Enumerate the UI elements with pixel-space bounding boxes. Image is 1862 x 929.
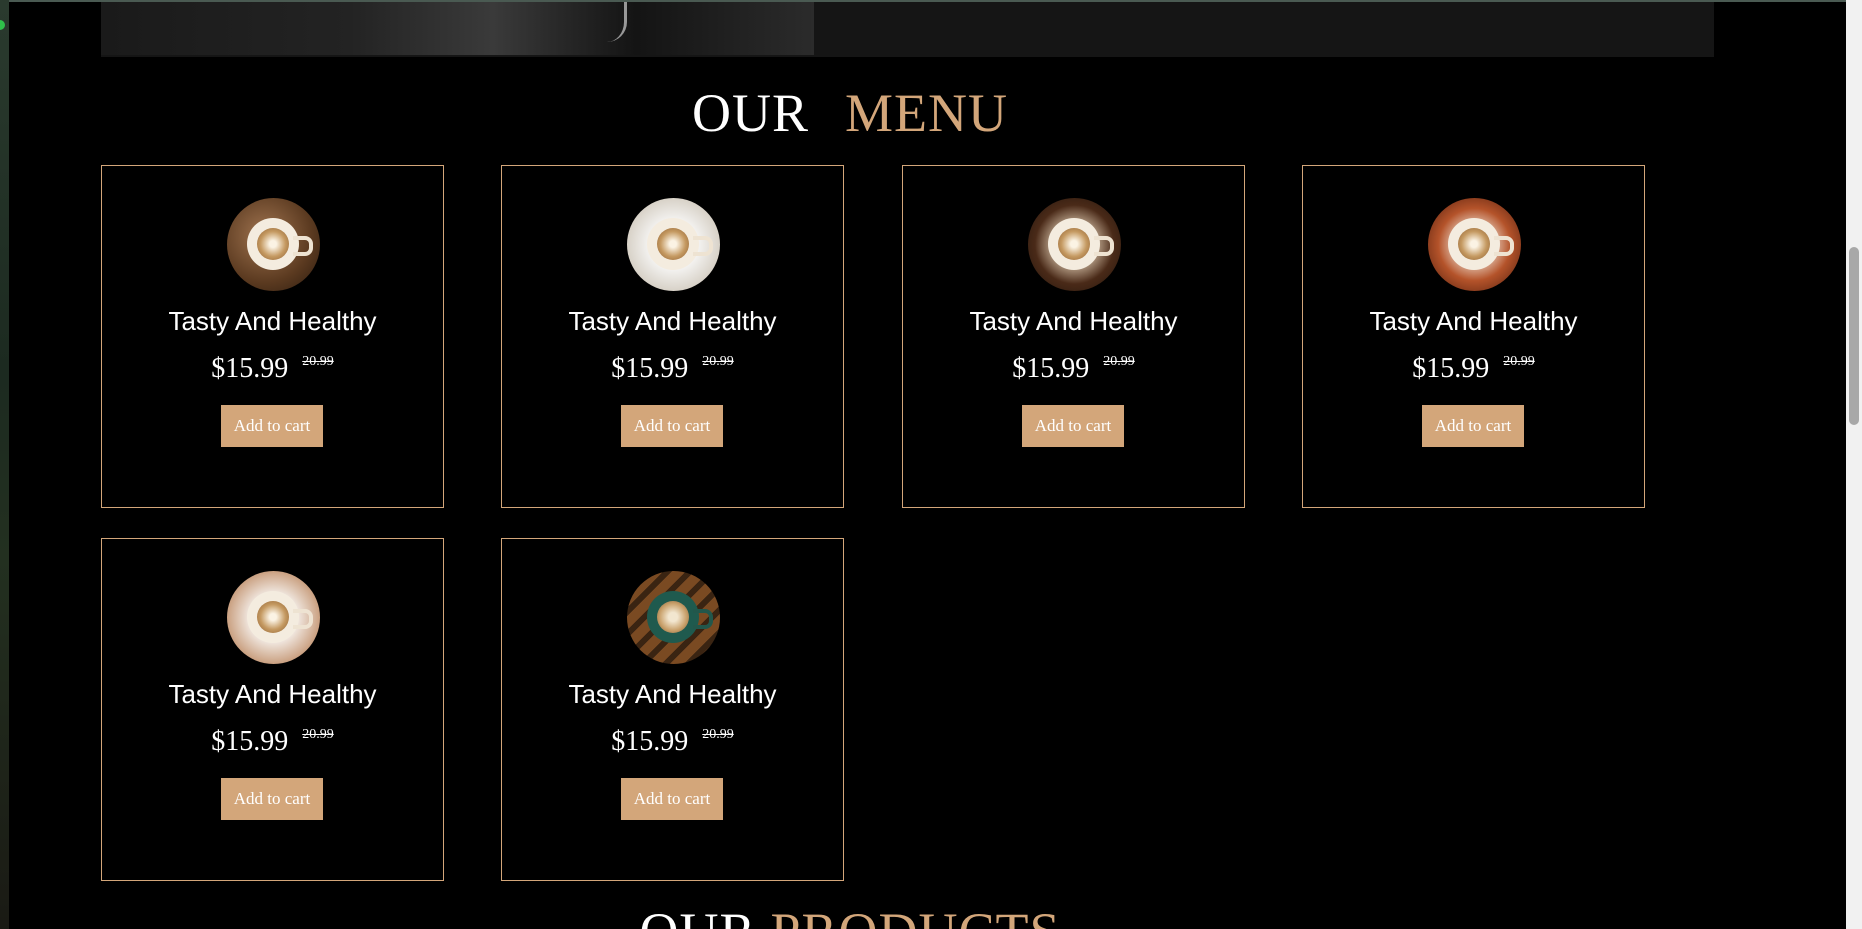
products-title-word1: OUR [639, 902, 756, 929]
coffee-cup-icon [606, 2, 627, 42]
menu-item-old-price: 20.99 [302, 727, 334, 742]
menu-item-name: Tasty And Healthy [969, 306, 1178, 336]
page-scrollbar[interactable] [1846, 0, 1862, 929]
menu-item-price: $15.99 [1412, 353, 1490, 384]
latte-cup-icon [227, 571, 320, 664]
cappuccino-cup-icon [627, 571, 720, 664]
menu-item-name: Tasty And Healthy [568, 306, 777, 336]
add-to-cart-button[interactable]: Add to cart [621, 778, 723, 820]
price-row: $15.99 20.99 [903, 353, 1244, 385]
menu-card: Tasty And Healthy $15.99 20.99 Add to car… [1302, 165, 1645, 508]
menu-item-name: Tasty And Healthy [568, 679, 777, 709]
add-to-cart-button[interactable]: Add to cart [1422, 405, 1524, 447]
menu-item-old-price: 20.99 [702, 354, 734, 369]
price-row: $15.99 20.99 [502, 726, 843, 758]
cappuccino-cup-icon [1428, 198, 1521, 291]
price-row: $15.99 20.99 [1303, 353, 1644, 385]
menu-card: Tasty And Healthy $15.99 20.99 Add to car… [501, 538, 844, 881]
latte-cup-icon [627, 198, 720, 291]
price-row: $15.99 20.99 [502, 353, 843, 385]
menu-item-name: Tasty And Healthy [168, 306, 377, 336]
products-title-word2: PRODUCTS [770, 902, 1060, 929]
menu-item-price: $15.99 [211, 353, 289, 384]
scrollbar-thumb[interactable] [1849, 247, 1859, 425]
menu-card: Tasty And Healthy $15.99 20.99 Add to car… [501, 165, 844, 508]
menu-item-price: $15.99 [611, 726, 689, 757]
menu-card: Tasty And Healthy $15.99 20.99 Add to car… [101, 538, 444, 881]
products-section-title: OUR PRODUCTS [0, 902, 1700, 929]
menu-item-price: $15.99 [211, 726, 289, 757]
latte-cup-icon [1028, 198, 1121, 291]
add-to-cart-button[interactable]: Add to cart [1022, 405, 1124, 447]
latte-cup-icon [227, 198, 320, 291]
hero-image [101, 2, 814, 55]
menu-card: Tasty And Healthy $15.99 20.99 Add to car… [101, 165, 444, 508]
menu-item-price: $15.99 [1012, 353, 1090, 384]
add-to-cart-button[interactable]: Add to cart [621, 405, 723, 447]
menu-item-name: Tasty And Healthy [1369, 306, 1578, 336]
menu-section-title: OUR MENU [0, 82, 1700, 144]
menu-item-price: $15.99 [611, 353, 689, 384]
menu-item-name: Tasty And Healthy [168, 679, 377, 709]
menu-item-old-price: 20.99 [1103, 354, 1135, 369]
price-row: $15.99 20.99 [102, 726, 443, 758]
menu-title-word2: MENU [845, 83, 1008, 143]
menu-title-word1: OUR [691, 83, 809, 143]
menu-item-old-price: 20.99 [1503, 354, 1535, 369]
page: OUR MENU Tasty And Healthy $15.99 20.99 Ad… [0, 0, 1862, 929]
hero-banner [101, 2, 1714, 57]
price-row: $15.99 20.99 [102, 353, 443, 385]
add-to-cart-button[interactable]: Add to cart [221, 778, 323, 820]
menu-item-old-price: 20.99 [702, 727, 734, 742]
menu-card: Tasty And Healthy $15.99 20.99 Add to car… [902, 165, 1245, 508]
menu-item-old-price: 20.99 [302, 354, 334, 369]
add-to-cart-button[interactable]: Add to cart [221, 405, 323, 447]
status-dot-icon [0, 20, 5, 30]
